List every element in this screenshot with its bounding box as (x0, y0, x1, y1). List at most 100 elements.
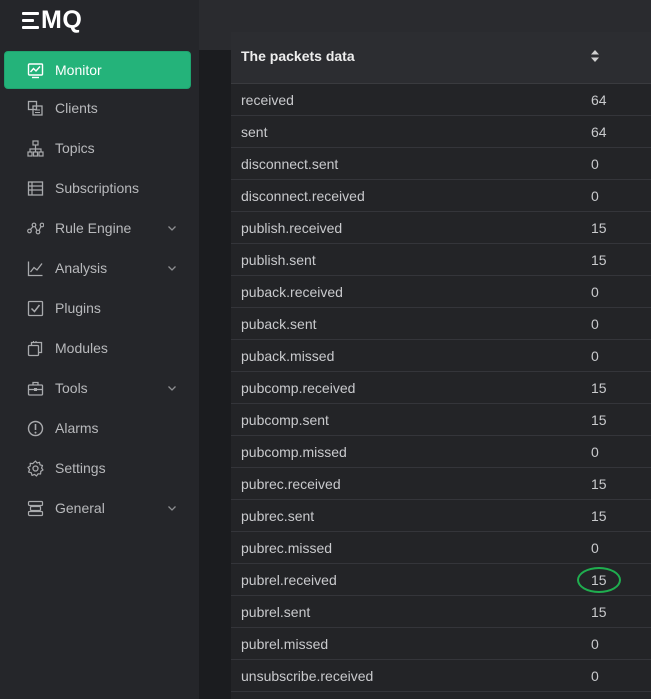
sidebar-item-label: Modules (55, 340, 108, 356)
packet-metric-name: pubcomp.sent (241, 412, 329, 428)
packet-metric-value: 0 (591, 540, 599, 556)
sidebar-item-label: Rule Engine (55, 220, 132, 236)
table-header: The packets data (231, 32, 651, 84)
sidebar-item-label: Plugins (55, 300, 101, 316)
sort-icon[interactable] (589, 49, 601, 63)
table-row: puback.received 0 (231, 276, 651, 308)
sidebar-item-plugins[interactable]: Plugins (0, 288, 199, 328)
table-row: disconnect.sent 0 (231, 148, 651, 180)
table-row: puback.missed 0 (231, 340, 651, 372)
packet-metric-name: unsubscribe.received (241, 668, 374, 684)
packet-metric-value: 15 (591, 220, 607, 236)
sidebar-item-topics[interactable]: Topics (0, 128, 199, 168)
sidebar-item-general[interactable]: General (0, 488, 199, 528)
packet-metric-value: 0 (591, 348, 599, 364)
annotation-circle (577, 567, 621, 593)
packet-metric-name: pubrel.missed (241, 636, 329, 652)
table-row: unsubscribe.received 0 (231, 660, 651, 692)
table-body: received 64 sent 64 disconnect.sent 0 disconne… (231, 84, 651, 692)
packet-metric-value: 15 (591, 252, 607, 268)
packet-metric-name: pubrec.sent (241, 508, 315, 524)
packet-metric-value: 15 (591, 380, 607, 396)
sidebar-item-rule-engine[interactable]: Rule Engine (0, 208, 199, 248)
packet-metric-name: pubrel.sent (241, 604, 311, 620)
sidebar-item-tools[interactable]: Tools (0, 368, 199, 408)
packet-metric-name: puback.sent (241, 316, 317, 332)
table-row: pubcomp.received 15 (231, 372, 651, 404)
sidebar-item-settings[interactable]: Settings (0, 448, 199, 488)
table-row: pubrec.received 15 (231, 468, 651, 500)
sidebar-item-label: Analysis (55, 260, 108, 276)
table-row: pubrec.missed 0 (231, 532, 651, 564)
sidebar-item-label: Clients (55, 100, 98, 116)
packet-metric-value: 64 (591, 92, 607, 108)
packet-metric-value: 15 (591, 412, 607, 428)
table-row: pubrec.sent 15 (231, 500, 651, 532)
app-window: MQ Monitor Clients Topics Subscriptions Rule… (0, 0, 651, 699)
plugins-icon (26, 299, 44, 317)
chevron-down-icon[interactable] (167, 263, 177, 273)
chevron-down-icon[interactable] (167, 503, 177, 513)
packet-metric-value: 15 (591, 508, 607, 524)
table-row: disconnect.received 0 (231, 180, 651, 212)
sidebar-item-monitor[interactable]: Monitor (5, 52, 190, 88)
sidebar-item-alarms[interactable]: Alarms (0, 408, 199, 448)
sidebar-item-label: General (55, 500, 105, 516)
packet-metric-value: 0 (591, 636, 599, 652)
table-row: received 64 (231, 84, 651, 116)
sidebar-item-label: Settings (55, 460, 106, 476)
table-row: pubcomp.sent 15 (231, 404, 651, 436)
rule-engine-icon (26, 219, 44, 237)
packet-metric-name: sent (241, 124, 268, 140)
table-row: publish.sent 15 (231, 244, 651, 276)
packet-metric-value: 0 (591, 444, 599, 460)
packet-metric-name: puback.missed (241, 348, 335, 364)
packet-metric-value: 15 (591, 476, 607, 492)
sidebar-menu: Monitor Clients Topics Subscriptions Rule En… (0, 50, 199, 528)
sidebar-item-label: Monitor (55, 62, 102, 78)
sidebar-item-label: Alarms (55, 420, 99, 436)
packet-metric-value: 0 (591, 668, 599, 684)
packet-metric-name: pubcomp.missed (241, 444, 347, 460)
sidebar-item-label: Subscriptions (55, 180, 140, 196)
analysis-icon (26, 259, 44, 277)
tools-icon (26, 379, 44, 397)
packet-metric-name: publish.received (241, 220, 343, 236)
table-row: pubrel.missed 0 (231, 628, 651, 660)
table-row: publish.received 15 (231, 212, 651, 244)
packets-table: The packets data received 64 sent 64 disconn… (231, 32, 651, 699)
packet-metric-name: disconnect.received (241, 188, 365, 204)
packet-metric-value: 15 (591, 604, 607, 620)
sidebar-item-subscriptions[interactable]: Subscriptions (0, 168, 199, 208)
logo[interactable]: MQ (22, 5, 83, 34)
sidebar: MQ Monitor Clients Topics Subscriptions Rule… (0, 0, 199, 699)
sidebar-item-analysis[interactable]: Analysis (0, 248, 199, 288)
sidebar-item-label: Topics (55, 140, 95, 156)
packet-metric-value: 0 (591, 156, 599, 172)
table-row: pubrel.sent 15 (231, 596, 651, 628)
table-row: pubcomp.missed 0 (231, 436, 651, 468)
column-header-packets-data: The packets data (241, 48, 355, 64)
sidebar-item-modules[interactable]: Modules (0, 328, 199, 368)
table-row: sent 64 (231, 116, 651, 148)
logo-mark-icon (22, 10, 39, 30)
packet-metric-value: 64 (591, 124, 607, 140)
monitor-icon (26, 61, 44, 79)
packet-metric-value: 0 (591, 316, 599, 332)
packet-metric-value: 0 (591, 188, 599, 204)
chevron-down-icon[interactable] (167, 223, 177, 233)
packet-metric-name: publish.sent (241, 252, 316, 268)
packet-metric-name: pubrec.received (241, 476, 341, 492)
modules-icon (26, 339, 44, 357)
packet-metric-name: received (241, 92, 294, 108)
packet-metric-value: 0 (591, 284, 599, 300)
alarms-icon (26, 419, 44, 437)
chevron-down-icon[interactable] (167, 383, 177, 393)
packet-metric-name: pubrec.missed (241, 540, 333, 556)
sidebar-item-clients[interactable]: Clients (0, 88, 199, 128)
topics-icon (26, 139, 44, 157)
logo-text: MQ (41, 5, 83, 34)
packet-metric-name: disconnect.sent (241, 156, 339, 172)
general-icon (26, 499, 44, 517)
table-row: puback.sent 0 (231, 308, 651, 340)
